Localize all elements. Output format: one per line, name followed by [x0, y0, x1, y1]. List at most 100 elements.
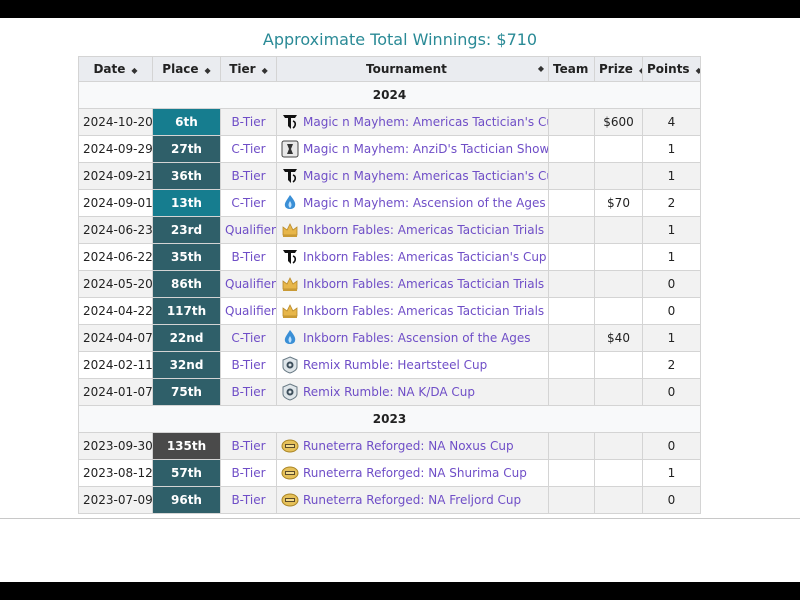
tier-cell: B-Tier: [220, 108, 277, 136]
runeterra-reforged-icon[interactable]: [281, 491, 299, 509]
runeterra-reforged-icon[interactable]: [281, 464, 299, 482]
tier-link[interactable]: B-Tier: [231, 439, 265, 453]
points-cell: 0: [642, 270, 701, 298]
points-cell: 1: [642, 135, 701, 163]
points-cell: 0: [642, 486, 701, 514]
tournament-link[interactable]: Remix Rumble: Heartsteel Cup: [303, 358, 487, 372]
tier-cell: Qualifier: [220, 297, 277, 325]
tier-link[interactable]: B-Tier: [231, 169, 265, 183]
sort-icon[interactable]: ◆: [538, 64, 544, 73]
year-row: 2024: [78, 81, 701, 109]
tactician-cup-icon[interactable]: [281, 113, 299, 131]
place-cell: 57th: [152, 459, 221, 487]
date-cell: 2024-10-20: [78, 108, 153, 136]
place-cell: 13th: [152, 189, 221, 217]
tournament-link[interactable]: Magic n Mayhem: Americas Tactician's Cup…: [303, 169, 548, 183]
tactician-cup-icon[interactable]: [281, 248, 299, 266]
tournament-cell: Runeterra Reforged: NA Noxus Cup: [276, 432, 549, 460]
column-header-points[interactable]: Points ◆: [642, 56, 701, 82]
tournament-link[interactable]: Runeterra Reforged: NA Freljord Cup: [303, 493, 521, 507]
column-header-tournament[interactable]: Tournament ◆: [276, 56, 549, 82]
showdown-icon[interactable]: [281, 140, 299, 158]
sort-icon[interactable]: ◆: [639, 66, 642, 75]
tournament-cell: Magic n Mayhem: Americas Tactician's Cup…: [276, 162, 549, 190]
remix-rumble-icon[interactable]: [281, 356, 299, 374]
date-cell: 2023-09-30: [78, 432, 153, 460]
tournament-link[interactable]: Inkborn Fables: Americas Tactician's Cup…: [303, 250, 548, 264]
tournament-link[interactable]: Runeterra Reforged: NA Shurima Cup: [303, 466, 527, 480]
tier-link[interactable]: C-Tier: [231, 331, 265, 345]
place-cell: 36th: [152, 162, 221, 190]
place-cell: 135th: [152, 432, 221, 460]
tournament-cell: Remix Rumble: NA K/DA Cup: [276, 378, 549, 406]
ascension-flame-icon[interactable]: [281, 329, 299, 347]
tournament-cell: Inkborn Fables: Americas Tactician Trial…: [276, 216, 549, 244]
crown-icon[interactable]: [281, 221, 299, 239]
team-cell: [548, 270, 595, 298]
prize-cell: [594, 216, 643, 244]
column-header-prize[interactable]: Prize ◆: [594, 56, 643, 82]
sort-icon[interactable]: ◆: [205, 66, 211, 75]
sort-icon[interactable]: ◆: [262, 66, 268, 75]
date-cell: 2024-06-22: [78, 243, 153, 271]
tier-link[interactable]: B-Tier: [231, 250, 265, 264]
tier-link[interactable]: C-Tier: [231, 142, 265, 156]
tier-link[interactable]: Qualifier: [225, 223, 276, 237]
crown-icon[interactable]: [281, 302, 299, 320]
runeterra-reforged-icon[interactable]: [281, 437, 299, 455]
tournament-link[interactable]: Inkborn Fables: Americas Tactician Trial…: [303, 304, 548, 318]
tournament-link[interactable]: Magic n Mayhem: Americas Tactician's Cup…: [303, 115, 548, 129]
tier-link[interactable]: Qualifier: [225, 304, 276, 318]
prize-cell: [594, 135, 643, 163]
date-cell: 2024-06-23: [78, 216, 153, 244]
ascension-flame-icon[interactable]: [281, 194, 299, 212]
tournament-link[interactable]: Inkborn Fables: Americas Tactician Trial…: [303, 223, 548, 237]
team-cell: [548, 189, 595, 217]
tactician-cup-icon[interactable]: [281, 167, 299, 185]
column-header-place[interactable]: Place ◆: [152, 56, 221, 82]
points-cell: 0: [642, 297, 701, 325]
tournament-cell: Magic n Mayhem: Americas Tactician's Cup…: [276, 108, 549, 136]
table-row: 2024-06-23 23rd Qualifier Inkborn Fables: A…: [78, 216, 701, 244]
team-cell: [548, 162, 595, 190]
column-header-tier[interactable]: Tier ◆: [220, 56, 277, 82]
sort-icon[interactable]: ◆: [131, 66, 137, 75]
team-cell: [548, 216, 595, 244]
points-cell: 1: [642, 459, 701, 487]
table-row: 2024-09-01 13th C-Tier Magic n Mayhem: Asce…: [78, 189, 701, 217]
tournament-link[interactable]: Magic n Mayhem: Ascension of the Ages #2: [303, 196, 548, 210]
prize-cell: [594, 378, 643, 406]
tournament-link[interactable]: Magic n Mayhem: AnziD's Tactician Showdo…: [303, 142, 548, 156]
prize-cell: $600: [594, 108, 643, 136]
prize-cell: [594, 162, 643, 190]
points-cell: 1: [642, 243, 701, 271]
tier-link[interactable]: B-Tier: [231, 385, 265, 399]
team-cell: [548, 108, 595, 136]
table-row: 2023-08-12 57th B-Tier Runeterra Reforged: …: [78, 459, 701, 487]
crown-icon[interactable]: [281, 275, 299, 293]
table-row: 2023-07-09 96th B-Tier Runeterra Reforged: …: [78, 486, 701, 514]
remix-rumble-icon[interactable]: [281, 383, 299, 401]
tier-link[interactable]: C-Tier: [231, 196, 265, 210]
tier-link[interactable]: B-Tier: [231, 493, 265, 507]
tier-link[interactable]: B-Tier: [231, 466, 265, 480]
tournament-link[interactable]: Remix Rumble: NA K/DA Cup: [303, 385, 475, 399]
tournament-link[interactable]: Inkborn Fables: Americas Tactician Trial…: [303, 277, 548, 291]
date-cell: 2024-09-01: [78, 189, 153, 217]
tournament-link[interactable]: Inkborn Fables: Ascension of the Ages: [303, 331, 531, 345]
tournament-link[interactable]: Runeterra Reforged: NA Noxus Cup: [303, 439, 514, 453]
tier-link[interactable]: B-Tier: [231, 358, 265, 372]
tier-link[interactable]: B-Tier: [231, 115, 265, 129]
points-cell: 1: [642, 216, 701, 244]
table-row: 2024-04-07 22nd C-Tier Inkborn Fables: Asce…: [78, 324, 701, 352]
tier-cell: B-Tier: [220, 162, 277, 190]
sort-icon[interactable]: ◆: [696, 66, 700, 75]
column-header-team[interactable]: Team◆: [548, 56, 595, 82]
date-cell: 2024-05-20: [78, 270, 153, 298]
header-row: Date◆ Place◆ Tier◆ Tournament◆ Team◆ Pri…: [78, 56, 701, 82]
date-cell: 2024-04-22: [78, 297, 153, 325]
tier-link[interactable]: Qualifier: [225, 277, 276, 291]
team-cell: [548, 324, 595, 352]
table-row: 2024-04-22 117th Qualifier Inkborn Fables: …: [78, 297, 701, 325]
column-header-date[interactable]: Date ◆: [78, 56, 153, 82]
